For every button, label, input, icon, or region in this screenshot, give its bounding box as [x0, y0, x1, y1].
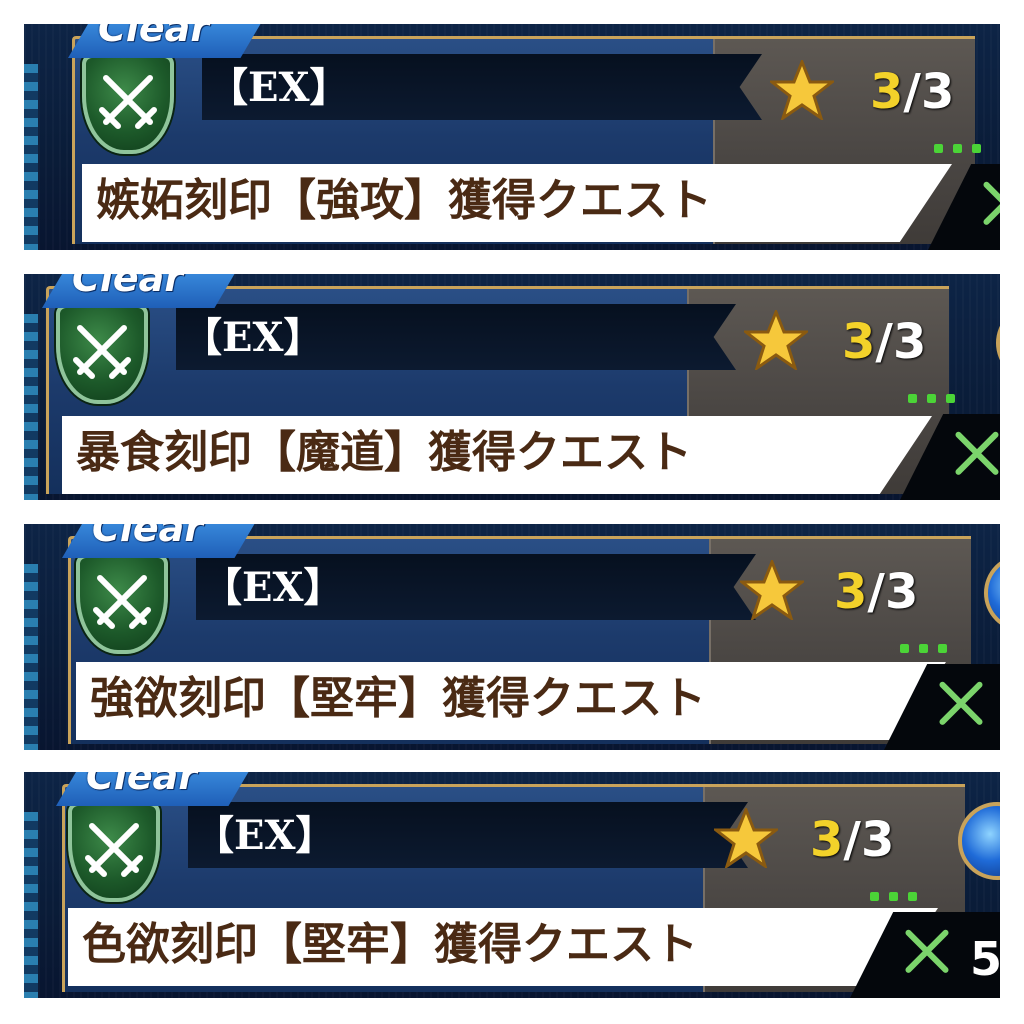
clear-text: Clear	[86, 772, 198, 798]
quest-name-bar[interactable]: 強欲刻印【堅牢】獲得クエスト	[76, 662, 946, 740]
difficulty-label: 【EX】	[182, 314, 324, 361]
quest-panel[interactable]: 【EX】 Clear 暴食刻印【魔道】獲得クエスト 3/3	[24, 274, 1000, 500]
crossed-swords-icon	[905, 929, 949, 973]
quest-name-bar[interactable]: 色欲刻印【堅牢】獲得クエスト	[68, 908, 938, 986]
star-count: 3/3	[870, 64, 955, 120]
clear-text: Clear	[92, 524, 204, 550]
clear-badge: Clear	[62, 524, 258, 558]
crossed-swords-icon	[955, 431, 999, 475]
quest-panel[interactable]: 【EX】 Clear 嫉妬刻印【強攻】獲得クエスト 3/3	[24, 24, 1000, 250]
side-value: 5	[970, 932, 1000, 986]
quest-panel[interactable]: 【EX】 Clear 色欲刻印【堅牢】獲得クエスト 3/3 5	[24, 772, 1000, 998]
progress-dots	[900, 644, 960, 653]
progress-dots	[870, 892, 930, 901]
quest-panel[interactable]: 【EX】 Clear 強欲刻印【堅牢】獲得クエスト 3/3	[24, 524, 1000, 750]
crossed-swords-icon	[939, 681, 983, 725]
gold-star-icon	[744, 310, 808, 370]
gold-star-icon	[770, 60, 834, 120]
clear-badge: Clear	[68, 24, 264, 58]
quest-name: 色欲刻印【堅牢】獲得クエスト	[82, 919, 698, 970]
clear-badge: Clear	[56, 772, 252, 806]
orb-icon	[984, 554, 1000, 632]
quest-name: 強欲刻印【堅牢】獲得クエスト	[90, 673, 706, 724]
progress-dots	[934, 144, 994, 153]
quest-title-bar: 【EX】	[196, 554, 756, 620]
quest-name: 暴食刻印【魔道】獲得クエスト	[76, 427, 692, 478]
quest-name-bar[interactable]: 嫉妬刻印【強攻】獲得クエスト	[82, 164, 952, 242]
star-count: 3/3	[810, 812, 895, 868]
clear-text: Clear	[72, 274, 184, 300]
orb-icon	[996, 304, 1000, 382]
difficulty-label: 【EX】	[208, 64, 350, 111]
difficulty-label: 【EX】	[202, 564, 344, 611]
gold-star-icon	[714, 808, 778, 868]
quest-name: 嫉妬刻印【強攻】獲得クエスト	[96, 175, 712, 226]
quest-title-bar: 【EX】	[188, 802, 748, 868]
crossed-swords-icon	[983, 181, 1000, 225]
clear-text: Clear	[98, 24, 210, 50]
star-count: 3/3	[834, 564, 919, 620]
difficulty-label: 【EX】	[194, 812, 336, 859]
quest-title-bar: 【EX】	[202, 54, 762, 120]
clear-badge: Clear	[42, 274, 238, 308]
gold-star-icon	[740, 560, 804, 620]
star-count: 3/3	[842, 314, 927, 370]
quest-title-bar: 【EX】	[176, 304, 736, 370]
quest-name-bar[interactable]: 暴食刻印【魔道】獲得クエスト	[62, 416, 932, 494]
progress-dots	[908, 394, 968, 403]
